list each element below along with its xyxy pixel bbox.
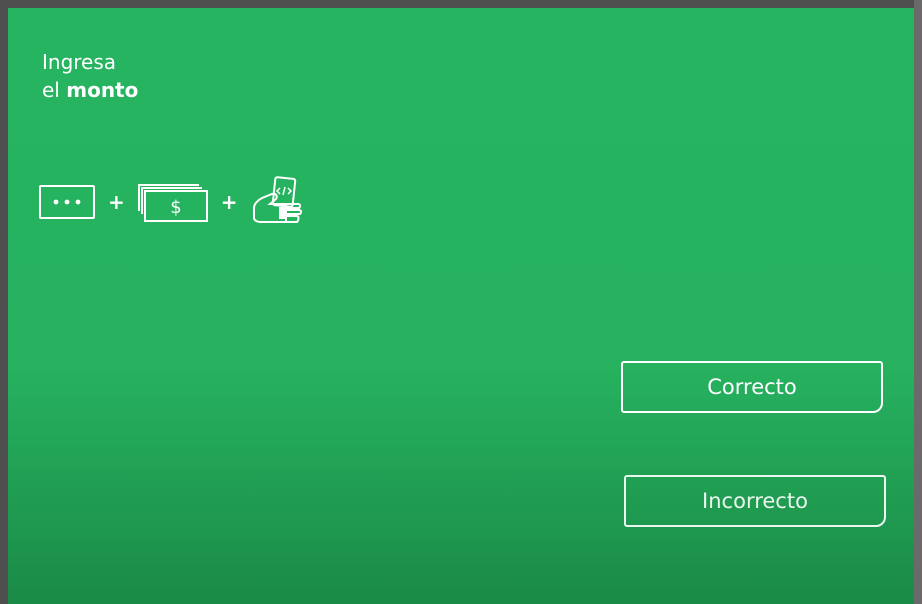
incorrect-button[interactable]: Incorrecto [624,475,886,527]
prompt-line-2: el monto [42,76,138,104]
svg-text:$: $ [170,197,181,218]
plus-separator: + [108,190,125,214]
hand-holding-receipt-icon [252,176,302,223]
prompt-line-2-bold: monto [66,78,139,102]
steps-row: + $ + [38,172,306,232]
prompt-line-1: Ingresa [42,50,117,74]
correct-button[interactable]: Correcto [621,361,883,413]
cash-bills-icon: $ [137,184,208,222]
plus-separator: + [220,190,238,214]
pin-dots-icon [39,185,95,219]
prompt-line-2-prefix: el [42,78,60,102]
frame-edge [914,0,922,604]
prompt-title: Ingresa el monto [42,48,138,104]
device-frame: Ingresa el monto + $ + Correcto Incorrec… [0,0,922,604]
